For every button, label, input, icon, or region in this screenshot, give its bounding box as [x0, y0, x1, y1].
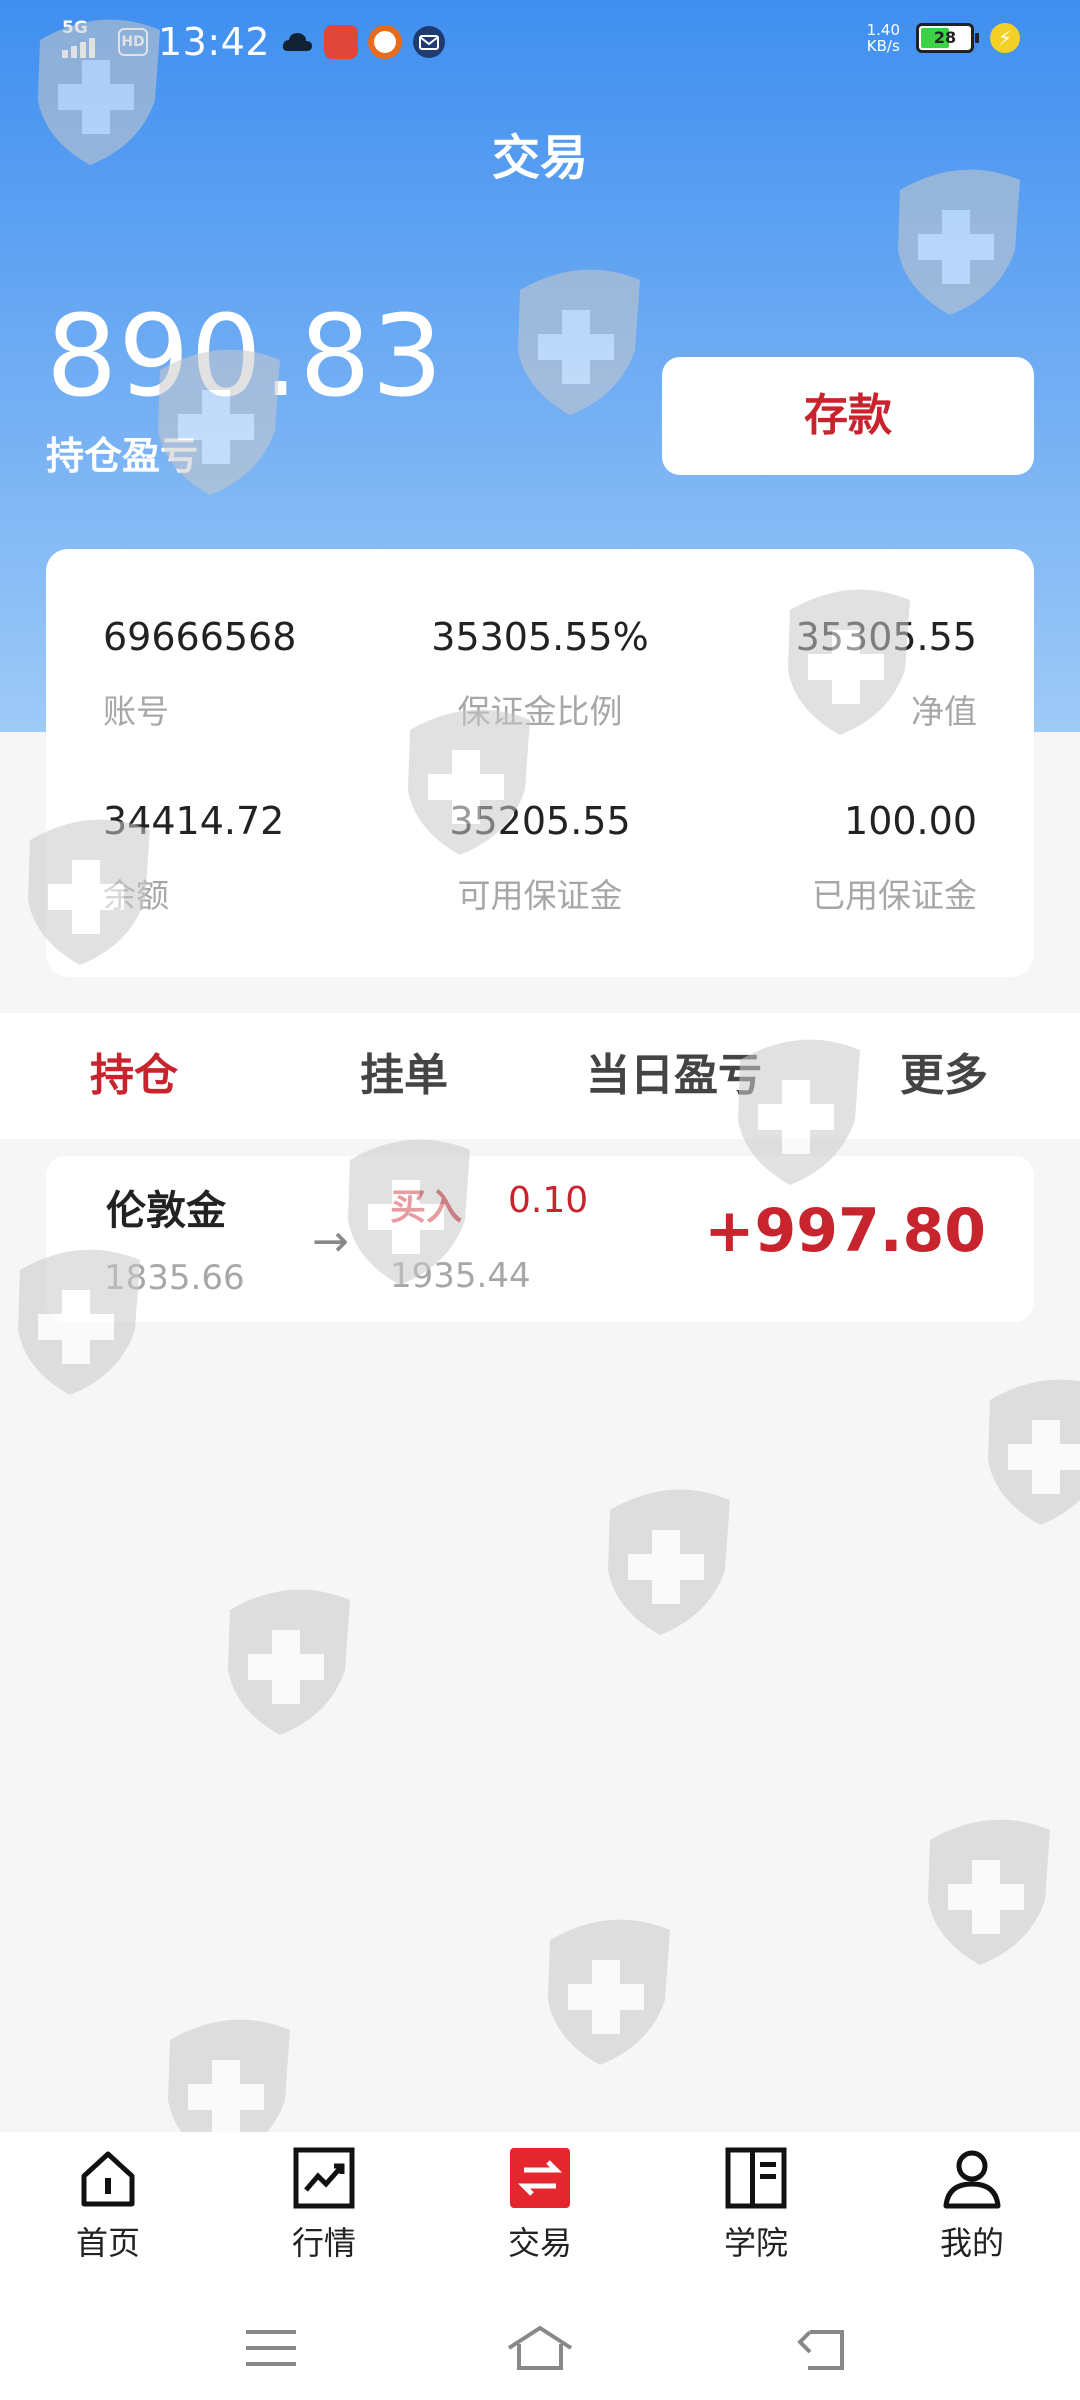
- free-margin-stat: 35205.55 可用保证金: [449, 799, 631, 915]
- tab-daily-pnl[interactable]: 当日盈亏: [586, 1013, 762, 1139]
- menu-icon[interactable]: [236, 2318, 306, 2378]
- position-symbol: 伦敦金: [106, 1188, 226, 1234]
- app-notification-icon: [324, 25, 359, 59]
- clock: 13:42: [158, 20, 271, 64]
- position-profit: +997.80: [704, 1196, 986, 1266]
- tab-more[interactable]: 更多: [900, 1013, 988, 1139]
- watermark-shield-icon: [928, 1819, 1050, 1965]
- watermark-shield-icon: [228, 1589, 350, 1735]
- deposit-button[interactable]: 存款: [662, 357, 1034, 475]
- arrow-right-icon: →: [312, 1216, 349, 1267]
- page-title: 交易: [491, 130, 588, 186]
- user-icon: [943, 2150, 1001, 2209]
- hd-icon: HD: [118, 28, 148, 56]
- watermark-shield-icon: [608, 1489, 730, 1635]
- watermark-shield-icon: [988, 1379, 1080, 1525]
- watermark-shield-icon: [548, 1919, 670, 2065]
- position-row[interactable]: 伦敦金 1835.66 → 买入 0.10 1935.44 +997.80: [46, 1156, 1034, 1322]
- app-notification-icon: [368, 25, 403, 59]
- open-price: 1835.66: [104, 1258, 245, 1298]
- back-icon[interactable]: [790, 2318, 860, 2378]
- account-summary-card: 69666568 账号 35305.55% 保证金比例 35305.55 净值 …: [46, 549, 1034, 977]
- home-icon: [81, 2151, 135, 2207]
- current-price: 1935.44: [390, 1256, 531, 1296]
- nav-academy[interactable]: 学院: [686, 2146, 826, 2264]
- nav-trade[interactable]: 交易: [470, 2146, 610, 2264]
- floating-pnl-value: 890.83: [46, 292, 444, 422]
- home-nav-icon[interactable]: [505, 2318, 575, 2378]
- floating-pnl-label: 持仓盈亏: [46, 434, 199, 478]
- used-margin-stat: 100.00 已用保证金: [812, 799, 977, 915]
- book-icon: [725, 2147, 787, 2209]
- position-lots: 0.10: [508, 1180, 589, 1221]
- exchange-icon: [510, 2148, 570, 2208]
- bottom-navigation: 首页 行情 交易 学院 我的: [0, 2132, 1080, 2400]
- nav-market[interactable]: 行情: [254, 2146, 394, 2264]
- balance-stat: 34414.72 余额: [103, 799, 285, 915]
- position-side: 买入: [390, 1187, 463, 1228]
- mail-icon: [413, 26, 446, 58]
- nav-profile[interactable]: 我的: [902, 2146, 1042, 2264]
- order-tabs: 持仓 挂单 当日盈亏 更多: [0, 1013, 1080, 1139]
- chart-icon: [293, 2147, 355, 2209]
- battery-icon: 28: [916, 23, 979, 53]
- equity-stat: 35305.55 净值: [795, 615, 977, 731]
- nav-home[interactable]: 首页: [38, 2146, 178, 2264]
- charging-icon: ⚡: [990, 23, 1020, 53]
- signal-icon: 5G: [60, 18, 108, 62]
- status-bar: 5G HD 13:42 1.40 KB/s 28 ⚡: [0, 0, 1080, 84]
- network-speed: 1.40 KB/s: [866, 21, 900, 55]
- tab-positions[interactable]: 持仓: [90, 1013, 178, 1139]
- account-number-stat: 69666568 账号: [103, 615, 297, 731]
- margin-ratio-stat: 35305.55% 保证金比例: [431, 615, 649, 731]
- tab-pending-orders[interactable]: 挂单: [360, 1013, 448, 1139]
- cloud-icon: [282, 33, 313, 51]
